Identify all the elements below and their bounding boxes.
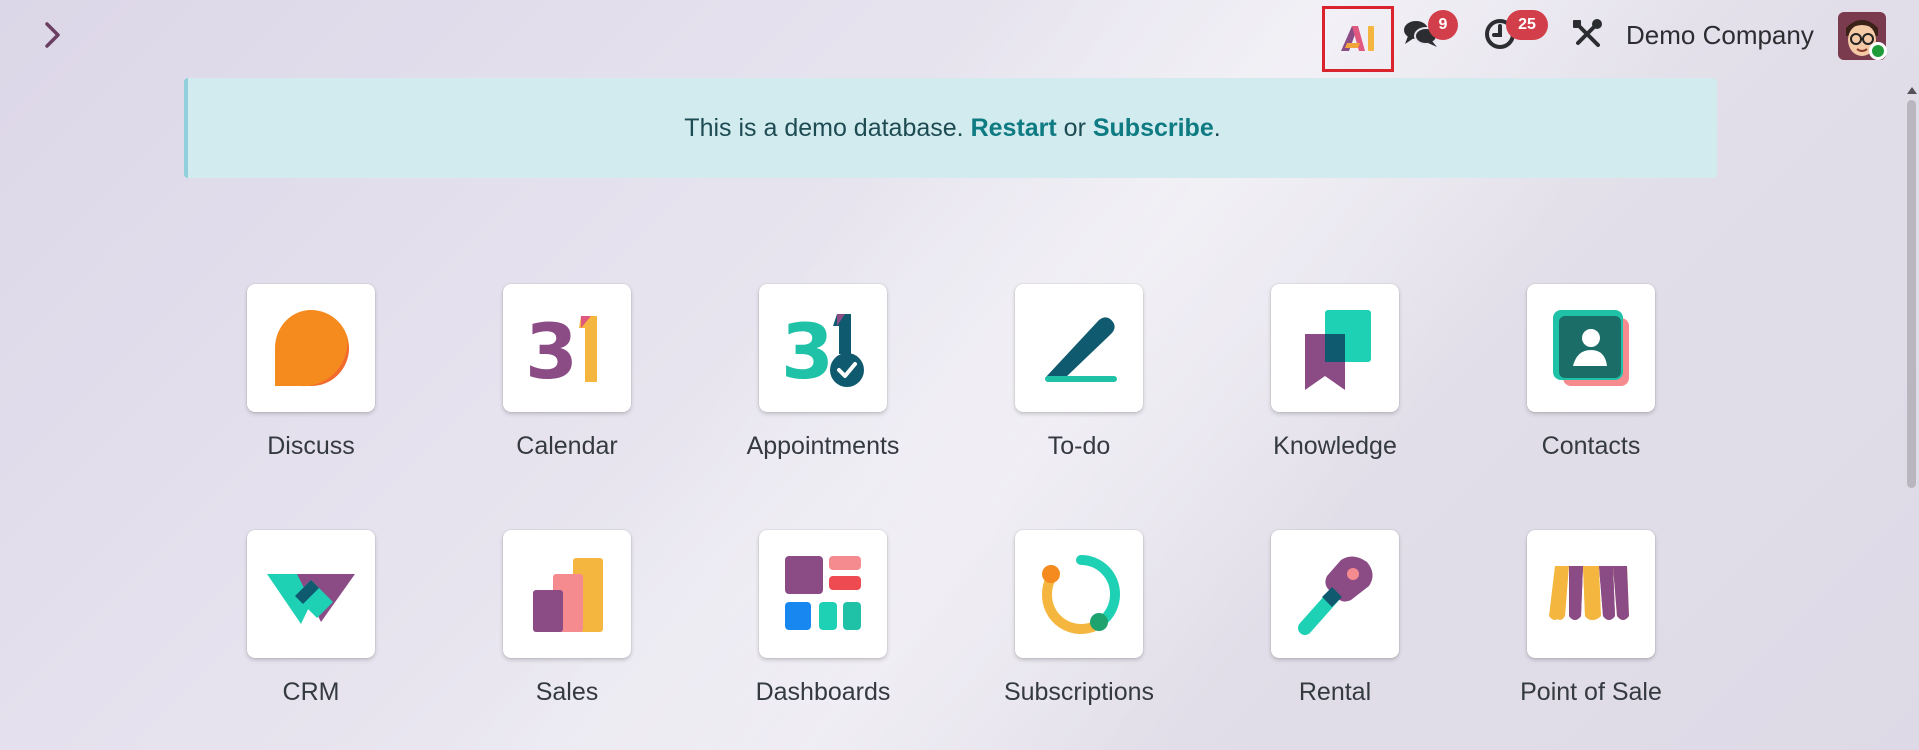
rental-icon — [1298, 556, 1373, 635]
tools-icon — [1573, 19, 1602, 47]
app-contacts[interactable]: Contacts — [1491, 284, 1691, 474]
app-label: Dashboards — [755, 678, 891, 706]
app-label: Contacts — [1541, 432, 1641, 460]
app-label: CRM — [282, 678, 340, 706]
scroll-up-arrow-icon[interactable] — [1906, 82, 1918, 100]
top-navbar: 9 25 Demo Company — [0, 0, 1919, 72]
app-discuss[interactable]: Discuss — [211, 284, 411, 474]
app-label: Subscriptions — [1003, 678, 1155, 706]
app-crm[interactable]: CRM — [211, 530, 411, 720]
messages-count-badge: 9 — [1428, 10, 1458, 40]
app-label: Discuss — [267, 432, 355, 460]
app-to-do[interactable]: To-do — [979, 284, 1179, 474]
app-appointments[interactable]: 3 Appointments — [723, 284, 923, 474]
subscriptions-icon — [1042, 555, 1120, 635]
app-rental[interactable]: Rental — [1235, 530, 1435, 720]
app-tile — [503, 530, 631, 658]
sales-icon — [533, 558, 603, 632]
app-tile — [1015, 284, 1143, 412]
ai-assistant-button[interactable] — [1322, 6, 1394, 72]
subscribe-link[interactable]: Subscribe — [1093, 114, 1214, 143]
app-tile: 3 — [759, 284, 887, 412]
activities-count-badge: 25 — [1506, 10, 1548, 40]
app-tile — [759, 530, 887, 658]
app-label: Knowledge — [1273, 432, 1397, 460]
knowledge-icon — [1305, 310, 1371, 390]
app-dashboards[interactable]: Dashboards — [723, 530, 923, 720]
debug-tools-button[interactable] — [1570, 14, 1604, 54]
banner-period: . — [1213, 113, 1221, 142]
dashboards-icon — [785, 556, 861, 630]
restart-link[interactable]: Restart — [971, 114, 1057, 143]
company-switcher[interactable]: Demo Company — [1626, 18, 1814, 52]
app-label: Appointments — [746, 432, 900, 460]
discuss-icon — [275, 310, 349, 387]
app-label: To-do — [1047, 432, 1111, 460]
app-tile — [1271, 284, 1399, 412]
demo-database-banner: This is a demo database. Restart or Subs… — [184, 78, 1717, 178]
app-tile — [1527, 530, 1655, 658]
online-status-indicator — [1869, 42, 1887, 60]
app-point-of-sale[interactable]: Point of Sale — [1491, 530, 1691, 720]
contacts-icon — [1553, 310, 1629, 386]
banner-text: This is a demo database. — [684, 113, 971, 142]
app-calendar[interactable]: 3 Calendar — [467, 284, 667, 474]
crm-icon — [267, 574, 355, 624]
app-sales[interactable]: Sales — [467, 530, 667, 720]
app-label: Calendar — [516, 432, 618, 460]
scrollbar-thumb[interactable] — [1907, 100, 1916, 488]
svg-text:3: 3 — [525, 307, 578, 390]
todo-icon — [1045, 317, 1117, 382]
app-tile — [247, 284, 375, 412]
svg-text:3: 3 — [781, 307, 834, 390]
app-tile — [247, 530, 375, 658]
app-tile — [1271, 530, 1399, 658]
calendar-icon: 3 — [525, 307, 597, 390]
app-tile — [1015, 530, 1143, 658]
app-label: Sales — [535, 678, 599, 706]
menu-toggle-chevron-icon[interactable] — [38, 18, 68, 52]
app-label: Rental — [1298, 678, 1372, 706]
app-tile: 3 — [503, 284, 631, 412]
ai-logo-icon — [1341, 26, 1374, 51]
app-knowledge[interactable]: Knowledge — [1235, 284, 1435, 474]
point-of-sale-icon — [1549, 566, 1629, 620]
app-tile — [1527, 284, 1655, 412]
app-label: Point of Sale — [1520, 678, 1662, 706]
appointments-icon: 3 — [781, 307, 864, 390]
banner-or-text: or — [1056, 113, 1093, 142]
app-subscriptions[interactable]: Subscriptions — [979, 530, 1179, 720]
